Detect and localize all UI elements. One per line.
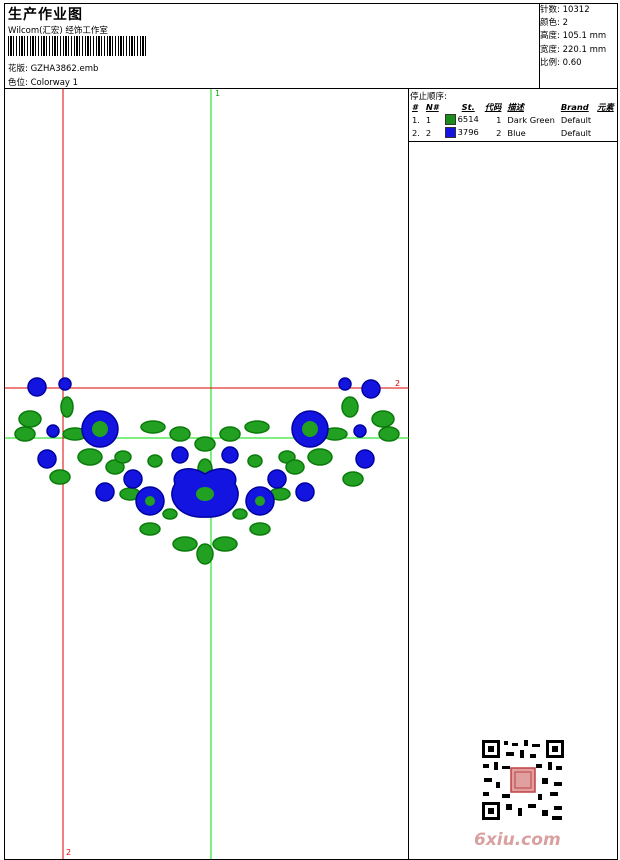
- colorway-value: Colorway 1: [30, 78, 79, 88]
- qr-code: [480, 738, 566, 822]
- red-guide-h-label: 2: [395, 379, 400, 388]
- stat-height: 高度: 105.1 mm: [540, 31, 607, 42]
- stops-divider: [408, 141, 618, 142]
- color-swatch: [444, 114, 456, 125]
- table-row: 1. 1 6514 1 Dark Green Default: [412, 114, 592, 125]
- design-label: 花版: GZHA3862.emb: [8, 64, 99, 74]
- company-name: Wilcom(汇宏) 经饰工作室: [8, 26, 108, 36]
- embroidery-design: [14, 377, 400, 565]
- stop-sequence-table: # N# St. 代码 描述 Brand 元素 1. 1 6514 1 Dark…: [409, 101, 617, 139]
- table-header: # N# St. 代码 描述 Brand 元素: [412, 102, 614, 112]
- design-stats: 针数: 10312 颜色: 2 高度: 105.1 mm 宽度: 220.1 m…: [540, 4, 606, 70]
- stat-colors: 颜色: 2: [540, 18, 568, 29]
- color-swatch: [444, 127, 456, 138]
- watermark-logo: 6xiu.com: [474, 830, 561, 850]
- table-row: 2. 2 3796 2 Blue Default: [412, 127, 592, 138]
- green-guide-label: 1: [215, 89, 220, 98]
- stat-width: 宽度: 220.1 mm: [540, 44, 607, 55]
- red-guide-v-label: 2: [66, 848, 71, 857]
- barcode: [8, 36, 148, 56]
- stat-scale: 比例: 0.60: [540, 57, 582, 68]
- stat-stitches: 针数: 10312: [540, 5, 590, 15]
- design-file: GZHA3862.emb: [30, 64, 99, 74]
- page-title: 生产作业图: [8, 7, 83, 23]
- embroidery-canvas: 1 2 2: [5, 89, 409, 859]
- colorway-label: 色位: Colorway 1: [8, 78, 79, 88]
